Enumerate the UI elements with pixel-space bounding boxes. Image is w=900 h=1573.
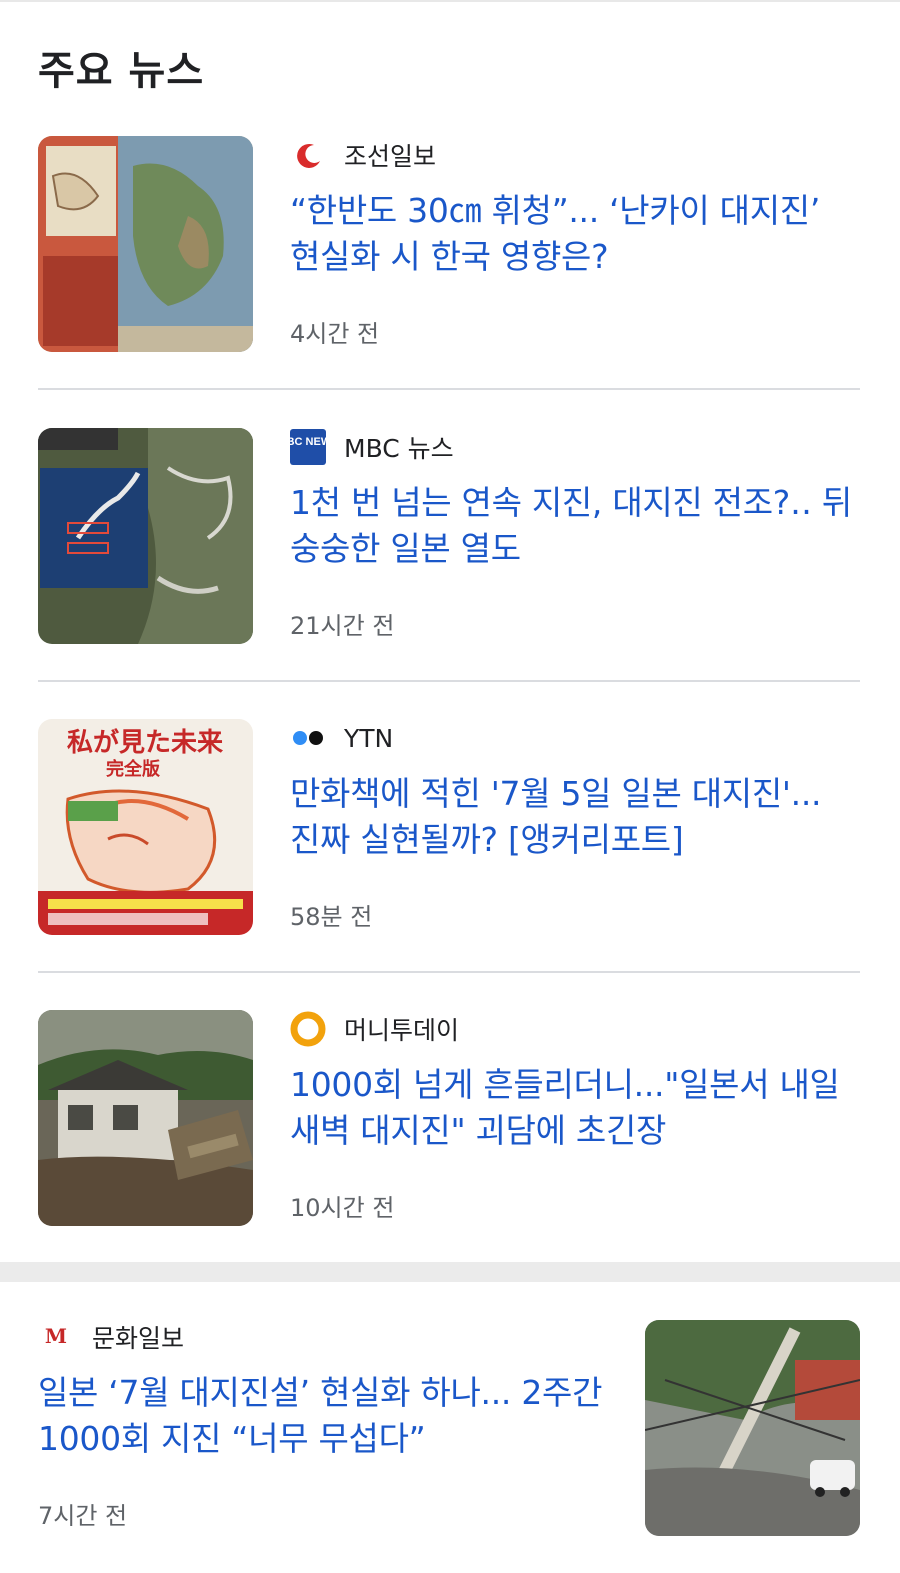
source-name: 조선일보 xyxy=(344,142,437,171)
news-card-2[interactable]: MBC NEWS MBC 뉴스 1천 번 넘는 연속 지진, 대지진 전조?‥ … xyxy=(38,428,860,644)
section-title: 주요 뉴스 xyxy=(38,48,205,94)
article-time: 10시간 전 xyxy=(290,1194,395,1222)
article-headline[interactable]: 일본 ‘7월 대지진설’ 현실화 하나... 2주간 1000회 지진 “너무 … xyxy=(38,1370,618,1462)
moneytoday-ring-icon xyxy=(290,1011,326,1047)
section-separator xyxy=(0,1262,900,1282)
news-card-3[interactable]: 私が見た未来 完全版 YTN 만화책에 적힌 '7월 5일 일본 대지진'...… xyxy=(38,719,860,935)
source-row: MBC NEWS MBC 뉴스 xyxy=(290,429,454,465)
news-card-5[interactable]: M 문화일보 일본 ‘7월 대지진설’ 현실화 하나... 2주간 1000회 … xyxy=(38,1318,860,1536)
article-thumbnail[interactable] xyxy=(38,136,253,352)
article-thumbnail[interactable] xyxy=(645,1320,860,1536)
mbc-news-icon: MBC NEWS xyxy=(290,429,326,465)
top-divider xyxy=(0,0,900,2)
divider xyxy=(38,971,860,973)
article-time: 4시간 전 xyxy=(290,320,380,348)
article-time: 58분 전 xyxy=(290,903,373,931)
article-time: 21시간 전 xyxy=(290,612,395,640)
divider xyxy=(38,680,860,682)
source-name: YTN xyxy=(344,723,394,753)
article-thumbnail[interactable]: 私が見た未来 完全版 xyxy=(38,719,253,935)
news-card-4[interactable]: 머니투데이 1000회 넘게 흔들리더니..."일본서 내일 새벽 대지진" 괴… xyxy=(38,1010,860,1226)
chosun-crescent-icon xyxy=(290,137,326,173)
article-thumbnail[interactable] xyxy=(38,1010,253,1226)
article-headline[interactable]: 1000회 넘게 흔들리더니..."일본서 내일 새벽 대지진" 괴담에 초긴장 xyxy=(290,1062,860,1154)
article-time: 7시간 전 xyxy=(38,1502,128,1530)
article-headline[interactable]: 1천 번 넘는 연속 지진, 대지진 전조?‥ 뒤숭숭한 일본 열도 xyxy=(290,480,860,572)
article-headline[interactable]: 만화책에 적힌 '7월 5일 일본 대지진'... 진짜 실현될까? [앵커리포… xyxy=(290,771,860,863)
source-row: 머니투데이 xyxy=(290,1011,460,1047)
source-name: MBC 뉴스 xyxy=(344,434,454,463)
manga-subtitle-text: 完全版 xyxy=(106,758,160,780)
munhwa-m-icon: M xyxy=(38,1319,74,1355)
article-headline[interactable]: “한반도 30㎝ 휘청”... ‘난카이 대지진’ 현실화 시 한국 영향은? xyxy=(290,188,860,280)
munhwa-logo-text: M xyxy=(45,1324,67,1348)
source-row: YTN xyxy=(290,723,393,753)
source-name: 머니투데이 xyxy=(344,1016,460,1045)
source-name: 문화일보 xyxy=(92,1324,185,1353)
divider xyxy=(38,388,860,390)
source-row: M 문화일보 xyxy=(38,1319,185,1355)
source-row: 조선일보 xyxy=(290,137,437,173)
mbc-logo-text: MBC NEWS xyxy=(290,436,326,448)
manga-title-text: 私が見た未来 xyxy=(67,727,224,758)
news-card-1[interactable]: 조선일보 “한반도 30㎝ 휘청”... ‘난카이 대지진’ 현실화 시 한국 … xyxy=(38,136,860,352)
ytn-dots-icon xyxy=(290,720,326,756)
article-thumbnail[interactable] xyxy=(38,428,253,644)
